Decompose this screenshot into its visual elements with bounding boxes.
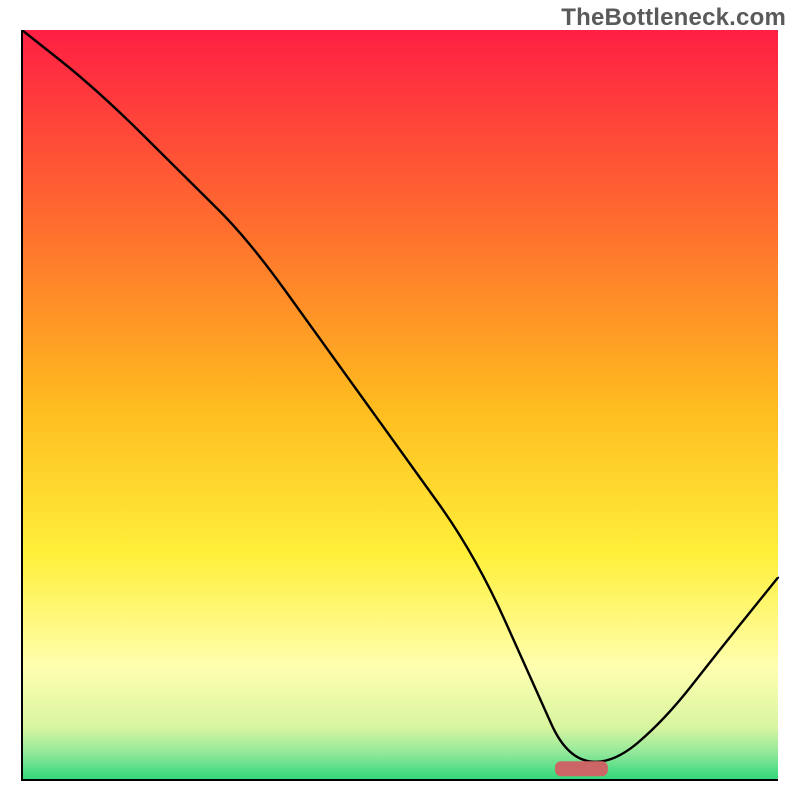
watermark-text: TheBottleneck.com	[561, 4, 786, 32]
gradient-background	[22, 30, 778, 780]
plot-area	[20, 30, 780, 782]
chart-svg	[20, 30, 780, 782]
chart-container: TheBottleneck.com	[0, 0, 800, 800]
optimal-range-marker	[555, 761, 608, 776]
